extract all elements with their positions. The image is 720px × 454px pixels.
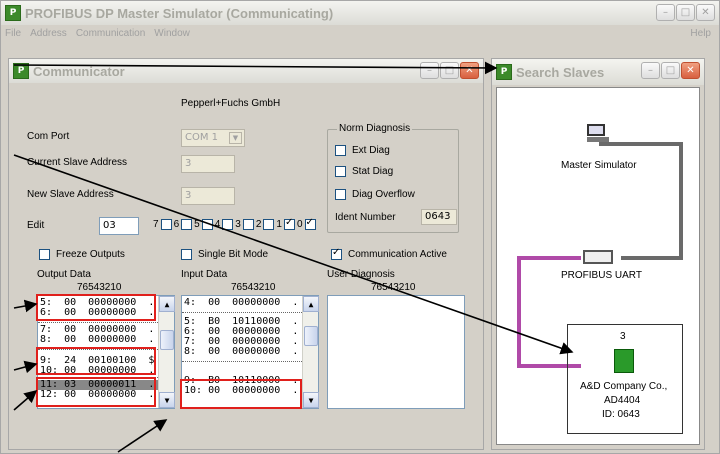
arrow-to-output-rows-11-12 bbox=[13, 389, 38, 411]
arrow-to-output-rows-9-10 bbox=[13, 360, 38, 374]
annotation-arrows bbox=[13, 61, 574, 453]
arrow-to-search-slaves bbox=[13, 61, 498, 75]
arrow-to-slave-device bbox=[13, 154, 574, 355]
arrow-to-input-rows-9-10 bbox=[117, 419, 168, 453]
arrow-to-output-rows-5-6 bbox=[13, 299, 38, 313]
